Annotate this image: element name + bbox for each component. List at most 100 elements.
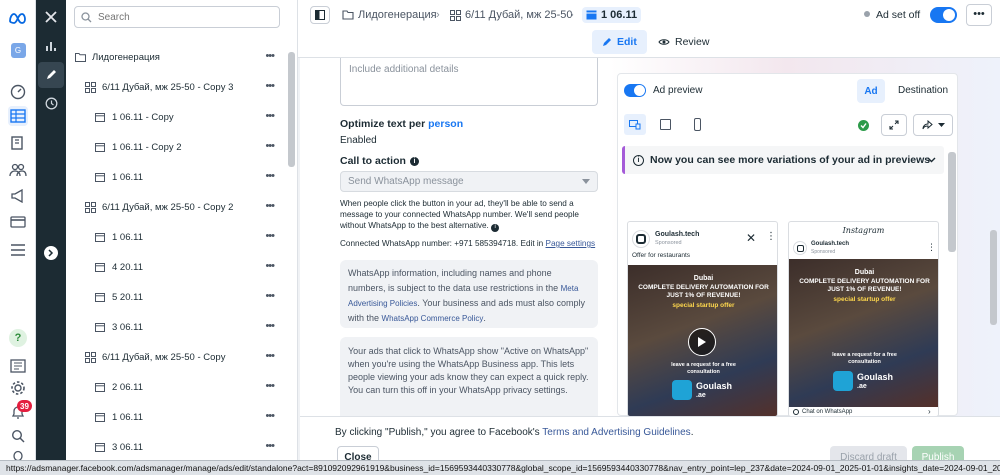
more-options-button[interactable]: ••• <box>966 4 992 26</box>
ad-preview-toggle[interactable]: Ad preview <box>624 84 702 97</box>
billing-card-icon[interactable] <box>8 212 28 232</box>
info-icon[interactable]: i <box>409 156 419 166</box>
row-more-button[interactable]: ••• <box>265 140 275 152</box>
tree-row[interactable]: 1 06.11 - Copy ••• <box>66 106 288 128</box>
tree-row[interactable]: 1 06.11 ••• <box>66 406 288 428</box>
share-menu-button[interactable] <box>913 114 953 136</box>
creative-brand-sub: .ae <box>857 383 867 390</box>
chat-on-whatsapp-cta[interactable]: Chat on WhatsApp <box>793 409 852 415</box>
play-icon[interactable] <box>688 328 716 356</box>
tree-row[interactable]: 2 06.11 ••• <box>66 376 288 398</box>
tree-row[interactable]: 6/11 Дубай, мж 25-50 - Copy ••• <box>66 346 288 368</box>
tree-row[interactable]: 6/11 Дубай, мж 25-50 - Copy 3 ••• <box>66 76 288 98</box>
tree-row-label: 1 06.11 <box>112 231 143 243</box>
row-more-button[interactable]: ••• <box>265 110 275 122</box>
whatsapp-commerce-policy-link[interactable]: WhatsApp Commerce Policy <box>382 314 484 323</box>
optimize-person-link[interactable]: person <box>428 118 463 130</box>
tab-review[interactable]: Review <box>652 30 715 54</box>
expand-icon[interactable] <box>881 114 907 136</box>
row-more-button[interactable]: ••• <box>265 260 275 272</box>
row-more-button[interactable]: ••• <box>265 410 275 422</box>
tree-row[interactable]: 6/11 Дубай, мж 25-50 - Copy 2 ••• <box>66 196 288 218</box>
menu-hamburger-icon[interactable] <box>8 240 28 260</box>
more-vertical-icon[interactable]: ⋮ <box>766 231 776 242</box>
ad-icon <box>94 111 106 123</box>
adset-toggle[interactable] <box>930 7 957 23</box>
instagram-feed-preview-card[interactable]: Instagram Goulash.tech Sponsored ⋮ Dubai… <box>788 221 939 417</box>
row-more-button[interactable]: ••• <box>265 230 275 242</box>
tab-ad[interactable]: Ad <box>857 79 885 103</box>
additional-details-textarea[interactable]: Include additional details <box>340 58 598 106</box>
tab-edit[interactable]: Edit <box>592 30 647 54</box>
meta-logo-icon[interactable] <box>8 8 28 28</box>
help-icon[interactable]: ? <box>8 328 28 348</box>
tree-row[interactable]: Лидогенерация ••• <box>66 46 288 68</box>
row-more-button[interactable]: ••• <box>265 320 275 332</box>
row-more-button[interactable]: ••• <box>265 200 275 212</box>
desktop-feed-view-icon[interactable] <box>624 114 646 135</box>
search-icon[interactable] <box>8 426 28 446</box>
search-input[interactable] <box>98 11 258 23</box>
row-more-button[interactable]: ••• <box>265 50 275 62</box>
tree-row-label: 6/11 Дубай, мж 25-50 - Copy <box>102 351 226 363</box>
facebook-feed-preview-card[interactable]: Goulash.tech Sponsored ✕ ⋮ Offer for res… <box>627 221 778 417</box>
active-on-whatsapp-text: Your ads that click to WhatsApp show "Ac… <box>348 346 589 395</box>
pages-icon[interactable] <box>8 133 28 153</box>
additional-details-placeholder: Include additional details <box>349 64 459 75</box>
row-more-button[interactable]: ••• <box>265 170 275 182</box>
row-more-button[interactable]: ••• <box>265 440 275 452</box>
row-more-button[interactable]: ••• <box>265 350 275 362</box>
ad-preview-switch[interactable] <box>624 84 646 97</box>
expand-panel-icon[interactable] <box>41 243 61 263</box>
mobile-view-icon[interactable] <box>694 118 701 131</box>
tree-row[interactable]: 1 06.11 ••• <box>66 166 288 188</box>
banner-text: Now you can see more variations of your … <box>650 154 931 166</box>
editor-side-toolbar <box>36 0 66 460</box>
cta-select[interactable]: Send WhatsApp message <box>340 171 598 192</box>
breadcrumb-campaign[interactable]: Лидогенерация <box>342 7 437 23</box>
whatsapp-icon <box>793 409 799 415</box>
tree-row[interactable]: 1 06.11 - Copy 2 ••• <box>66 136 288 158</box>
row-more-button[interactable]: ••• <box>265 290 275 302</box>
more-vertical-icon[interactable]: ⋮ <box>927 242 936 253</box>
folder-icon <box>74 51 86 63</box>
chevron-right-icon: › <box>928 407 931 416</box>
history-clock-icon[interactable] <box>41 93 61 113</box>
tree-row[interactable]: 3 06.11 ••• <box>66 316 288 338</box>
row-more-button[interactable]: ••• <box>265 380 275 392</box>
tree-row[interactable]: 1 06.11 ••• <box>66 226 288 248</box>
publish-consent-text: By clicking "Publish," you agree to Face… <box>335 427 693 438</box>
page-avatar <box>793 241 807 255</box>
close-icon[interactable]: ✕ <box>746 231 756 245</box>
settings-gear-icon[interactable] <box>8 378 28 398</box>
news-icon[interactable] <box>8 356 28 376</box>
breadcrumb-ad[interactable]: 1 06.11 <box>582 7 642 23</box>
row-more-button[interactable]: ••• <box>265 80 275 92</box>
eye-icon <box>658 39 670 45</box>
close-icon[interactable] <box>41 7 61 27</box>
page-scrollbar[interactable] <box>990 230 997 325</box>
ads-manager-table-icon[interactable] <box>8 106 28 126</box>
breadcrumb-adset[interactable]: 6/11 Дубай, мж 25-50 <box>450 7 573 23</box>
terms-link[interactable]: Terms and Advertising Guidelines <box>542 427 690 438</box>
tree-row[interactable]: 5 20.11 ••• <box>66 286 288 308</box>
creative-brand-sub: .ae <box>696 392 706 399</box>
tree-scrollbar[interactable] <box>288 52 295 167</box>
account-avatar[interactable]: G <box>8 40 28 60</box>
megaphone-icon[interactable] <box>8 186 28 206</box>
page-settings-link[interactable]: Page settings <box>546 239 596 248</box>
square-view-icon[interactable] <box>660 119 671 130</box>
tree-row[interactable]: 3 06.11 ••• <box>66 436 288 458</box>
toggle-sidebar-icon[interactable] <box>310 6 330 24</box>
tab-destination[interactable]: Destination <box>898 85 948 96</box>
bar-chart-icon[interactable] <box>41 36 61 56</box>
active-on-whatsapp-info-box: Your ads that click to WhatsApp show "Ac… <box>340 337 598 416</box>
search-box[interactable] <box>74 6 280 28</box>
preview-scrollbar[interactable] <box>948 152 956 252</box>
dashboard-gauge-icon[interactable] <box>8 82 28 102</box>
edit-pencil-icon[interactable] <box>38 62 64 88</box>
tree-row[interactable]: 4 20.11 ••• <box>66 256 288 278</box>
preview-variations-banner[interactable]: i Now you can see more variations of you… <box>622 146 944 174</box>
audiences-icon[interactable] <box>8 160 28 180</box>
info-icon[interactable]: i <box>491 223 500 232</box>
